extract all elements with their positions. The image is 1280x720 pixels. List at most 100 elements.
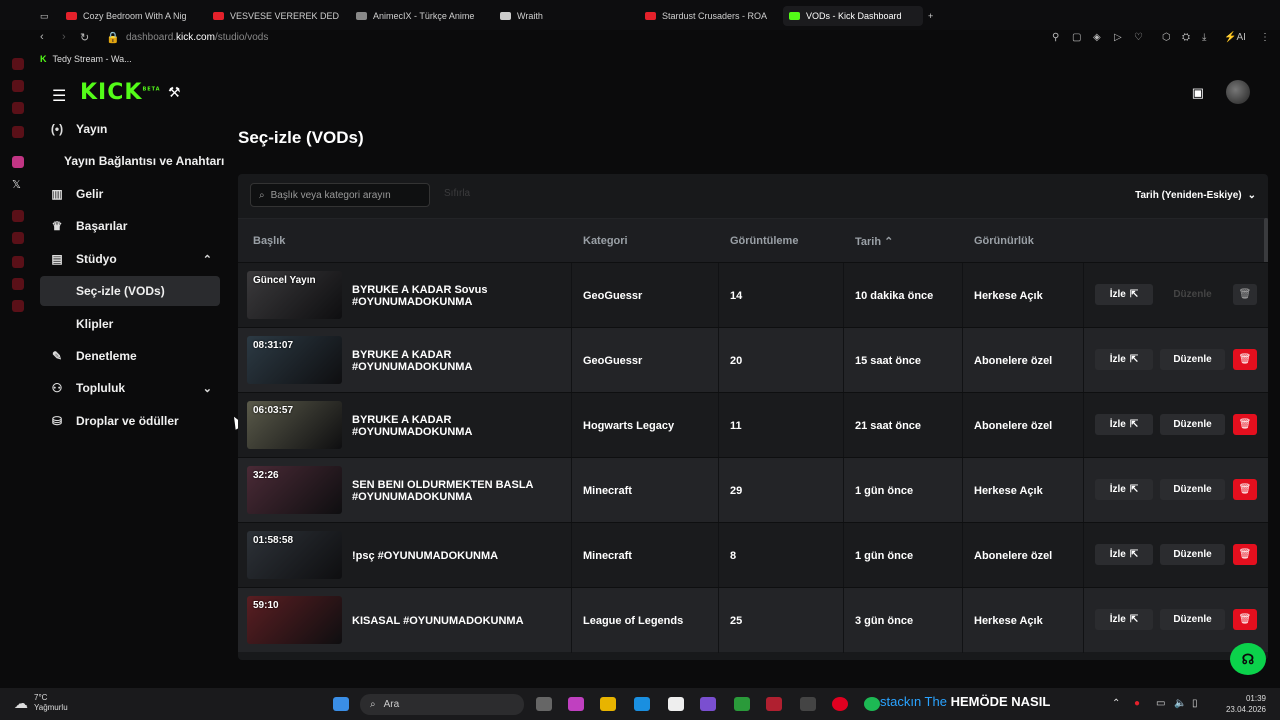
profile-icon[interactable]: ⛭ [1182,32,1190,43]
store-icon[interactable] [668,697,684,711]
vod-thumbnail[interactable]: 59:10 [247,596,342,644]
task-view-icon[interactable] [536,697,552,711]
sort-dropdown[interactable]: Tarih (Yeniden-Eskiye) ⌄ [1135,183,1256,207]
screenshot-icon[interactable]: ▢ [1072,32,1081,43]
edit-button[interactable]: Düzenle [1160,609,1225,630]
tab-5-active[interactable]: VODs - Kick Dashboard [783,6,923,26]
hammer-icon[interactable]: ⚒ [168,84,181,101]
avatar[interactable] [1226,80,1250,104]
table-row[interactable]: 59:10 KISASAL #OYUNUMADOKUNMA League of Le… [238,587,1268,653]
chevron-up-icon[interactable]: ⌃ [1112,698,1120,709]
file-explorer-icon[interactable] [600,697,616,711]
sidebar-item-yayin[interactable]: (•) Yayın [40,114,220,144]
edit-button[interactable]: Düzenle [1160,414,1225,435]
delete-button[interactable]: 🗑 [1233,544,1257,565]
app-icon[interactable] [12,210,24,222]
edit-button[interactable]: Düzenle [1160,349,1225,370]
table-row[interactable]: 32:26 SEN BENI OLDURMEKTEN BASLA #OYUNUMA… [238,457,1268,523]
vod-category[interactable]: Minecraft [583,523,632,588]
x-icon[interactable]: 𝕏 [12,178,24,191]
app-icon[interactable] [700,697,716,711]
delete-button[interactable]: 🗑 [1233,284,1257,305]
hamburger-icon[interactable]: ☰ [52,86,66,106]
watch-button[interactable]: İzle ⇱ [1095,609,1153,630]
watch-button[interactable]: İzle ⇱ [1095,349,1153,370]
sidebar-item-basarilar[interactable]: ♛ Başarılar [40,211,220,241]
search-input[interactable]: ⌕ Başlık veya kategori arayın [250,183,430,207]
sidebar-item-vods[interactable]: Seç-izle (VODs) [40,276,220,306]
tab-4[interactable]: Stardust Crusaders - ROA [645,6,773,26]
col-category[interactable]: Kategori [583,235,628,247]
app-icon[interactable] [766,697,782,711]
opera-icon[interactable] [832,697,848,711]
url-text[interactable]: dashboard.kick.com/studio/vods [126,32,268,43]
watch-button[interactable]: İzle ⇱ [1095,479,1153,500]
app-icon[interactable] [12,126,24,138]
clock[interactable]: 01:39 23.04.2026 [1226,693,1266,715]
vod-thumbnail[interactable]: 01:58:58 [247,531,342,579]
browser-menu-icon[interactable]: ▭ [40,6,49,26]
volume-icon[interactable]: 🔈 [1174,698,1186,709]
col-visibility[interactable]: Görünürlük [974,235,1034,247]
table-row[interactable]: 01:58:58 !psç #OYUNUMADOKUNMA Minecraft 8 1 … [238,522,1268,588]
sidebar-item-topluluk[interactable]: ⚇ Topluluk ⌄ [40,373,220,403]
battery-icon[interactable]: ▯ [1192,698,1198,709]
reload-icon[interactable]: ↻ [80,31,89,44]
vod-category[interactable]: Minecraft [583,458,632,523]
back-icon[interactable]: ‹ [40,31,44,43]
tab-3[interactable]: Wraith [500,6,590,26]
play-icon[interactable]: ▷ [1114,32,1122,43]
tray-app-icon[interactable]: ● [1134,698,1140,709]
delete-button[interactable]: 🗑 [1233,414,1257,435]
app-icon[interactable] [12,256,24,268]
app-icon[interactable] [12,58,24,70]
weather-widget[interactable]: ☁ 7°C Yağmurlu [14,693,68,713]
tab-2[interactable]: AnimecIX - Türkçe Anime [356,6,480,26]
delete-button[interactable]: 🗑 [1233,349,1257,370]
download-icon[interactable]: ⤓ [1202,32,1206,43]
edit-button[interactable]: Düzenle [1160,284,1225,305]
vod-thumbnail[interactable]: 32:26 [247,466,342,514]
sidebar-item-stream-key[interactable]: Yayın Bağlantısı ve Anahtarı [40,146,236,176]
support-chat-button[interactable]: ☊ [1230,643,1266,675]
vod-thumbnail[interactable]: 08:31:07 [247,336,342,384]
sidebar-item-gelir[interactable]: ▥ Gelir [40,179,220,209]
xbox-icon[interactable] [734,697,750,711]
vod-category[interactable]: GeoGuessr [583,328,642,393]
kick-logo[interactable]: KICKBETA [80,80,161,105]
vod-category[interactable]: Hogwarts Legacy [583,393,674,458]
col-date[interactable]: Tarih ⌃ [855,235,893,248]
watch-button[interactable]: İzle ⇱ [1095,544,1153,565]
col-views[interactable]: Görüntüleme [730,235,798,247]
menu-icon[interactable]: ⋮ [1260,32,1270,43]
ticket-icon[interactable]: ▣ [1192,85,1204,101]
edit-button[interactable]: Düzenle [1160,479,1225,500]
app-icon[interactable] [12,278,24,290]
app-icon[interactable] [12,232,24,244]
sidebar-item-studyo[interactable]: ▤ Stüdyo ⌃ [40,244,220,274]
network-icon[interactable]: ▭ [1156,698,1165,709]
vod-thumbnail[interactable]: Güncel Yayın [247,271,342,319]
vod-thumbnail[interactable]: 06:03:57 [247,401,342,449]
app-icon[interactable] [12,300,24,312]
shield-icon[interactable]: ◈ [1093,32,1101,43]
edit-button[interactable]: Düzenle [1160,544,1225,565]
bookmark-item[interactable]: K Tedy Stream - Wa... [40,54,132,64]
sidebar-item-droplar[interactable]: ⛁ Droplar ve ödüller [40,406,220,436]
reset-button[interactable]: Sıfırla [444,188,470,199]
table-row[interactable]: 08:31:07 BYRUKE A KADAR #OYUNUMADOKUNMA Ge… [238,327,1268,393]
forward-icon[interactable]: › [62,31,66,43]
extensions-icon[interactable]: ⬡ [1162,32,1171,43]
table-row[interactable]: Güncel Yayın BYRUKE A KADAR Sovus #OYUNUM… [238,262,1268,328]
heart-icon[interactable]: ♡ [1134,32,1143,43]
col-title[interactable]: Başlık [253,235,285,247]
delete-button[interactable]: 🗑 [1233,479,1257,500]
tab-0[interactable]: Cozy Bedroom With A Nig [66,6,196,26]
edge-icon[interactable] [634,697,650,711]
table-row[interactable]: 06:03:57 BYRUKE A KADAR #OYUNUMADOKUNMA Ho… [238,392,1268,458]
ai-button[interactable]: ⚡AI [1224,32,1246,43]
vod-category[interactable]: League of Legends [583,588,683,653]
copilot-icon[interactable] [568,697,584,711]
app-icon[interactable] [800,697,816,711]
sidebar-item-klipler[interactable]: Klipler [40,309,220,339]
